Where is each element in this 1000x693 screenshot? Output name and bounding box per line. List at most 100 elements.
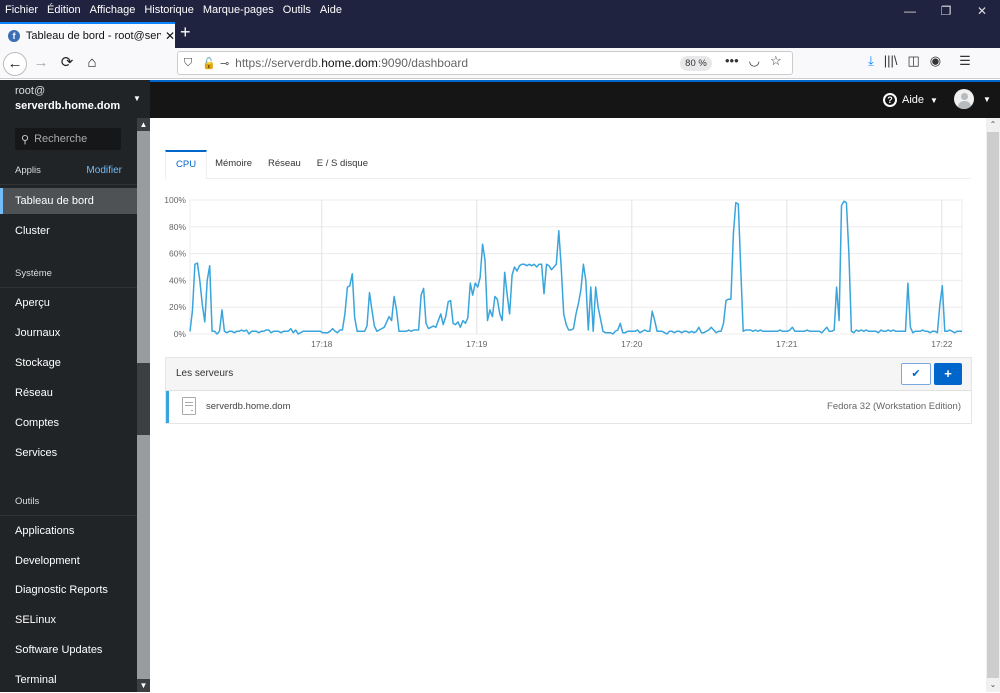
url-actions: ••• ◡ ☆ [725,53,782,69]
menu-affichage[interactable]: Affichage [86,4,140,16]
host-user: root@ [15,85,46,97]
apps-section-header: Applis Modifier [0,165,137,185]
edit-servers-button[interactable]: ✔ [901,363,931,385]
sidebar-item-selinux[interactable]: SELinux [0,607,137,633]
y-tick-label: 20% [169,302,186,312]
bookmark-star-icon[interactable]: ☆ [770,53,782,69]
avatar-body-icon [958,101,971,109]
sidebar-item-applications[interactable]: Applications [0,518,137,544]
menu-edition[interactable]: Édition [43,4,85,16]
sidebar-scroll-thumb[interactable] [137,363,150,435]
sidebar-item-terminal[interactable]: Terminal [0,667,137,693]
menu-marque-pages[interactable]: Marque-pages [199,4,278,16]
y-tick-label: 0% [174,329,187,339]
server-row[interactable]: serverdb.home.dom Fedora 32 (Workstation… [166,391,971,423]
url-text[interactable]: https://serverdb.home.dom:9090/dashboard [235,56,468,70]
servers-header: Les serveurs ✔ + [166,358,971,391]
scroll-up-icon[interactable]: ▲ [137,118,150,131]
fedora-favicon-icon: f [8,30,20,42]
sidebar-item-journaux[interactable]: Journaux [0,320,137,346]
scroll-up-icon[interactable]: ⌃ [986,118,1000,132]
download-icon[interactable]: ⤓ [868,53,874,69]
pocket-icon[interactable]: ◡ [749,53,760,69]
sidebar-item-stockage[interactable]: Stockage [0,350,137,376]
sidebar-item-diagnostic-reports[interactable]: Diagnostic Reports [0,577,137,603]
sidebar-item-development[interactable]: Development [0,548,137,574]
home-button[interactable]: ⌂ [80,52,104,76]
user-avatar[interactable] [954,89,974,109]
shield-icon[interactable]: ⛉ [184,57,192,70]
menu-aide[interactable]: Aide [316,4,346,16]
browser-tabbar: f Tableau de bord - root@serverdb.home.d… [0,20,1000,48]
sidebar-item-apercu[interactable]: Aperçu [0,290,137,316]
restore-button[interactable]: ❐ [928,0,964,22]
new-tab-button[interactable]: + [180,22,191,43]
add-server-button[interactable]: + [934,363,962,385]
menu-historique[interactable]: Historique [140,4,198,16]
metric-tabs: CPU Mémoire Réseau E / S disque [165,150,971,179]
main-scrollbar[interactable]: ⌃ ⌄ [986,118,1000,692]
caret-down-icon[interactable]: ▼ [133,94,141,103]
sidebar-item-cluster[interactable]: Cluster [0,218,137,244]
help-label: Aide [902,94,925,106]
tab-disk-io[interactable]: E / S disque [309,150,376,179]
y-tick-label: 40% [169,275,186,285]
sidebar-item-software-updates[interactable]: Software Updates [0,637,137,663]
cpu-chart: 0% 20% 40% 60% 80% 100% 17:18 17:19 17:20 17:21 17… [164,195,963,349]
tools-section-header: Outils [0,496,137,516]
host-switcher[interactable]: root@ serverdb.home.dom ▼ [0,80,150,118]
scroll-down-icon[interactable]: ⌄ [986,678,1000,692]
menu-fichier[interactable]: Fichier [1,4,42,16]
y-tick-label: 100% [164,195,186,205]
x-tick-label: 17:21 [776,339,798,349]
hamburger-menu-icon[interactable]: ☰ [959,53,971,69]
page-actions-icon[interactable]: ••• [725,53,739,69]
tab-cpu[interactable]: CPU [165,150,208,179]
sidebar-item-comptes[interactable]: Comptes [0,410,137,436]
reload-button[interactable]: ⟳ [55,52,79,76]
insecure-lock-icon[interactable]: 🔓 [202,57,216,70]
sidebar-item-tableau-de-bord[interactable]: Tableau de bord [0,188,137,214]
help-icon: ? [883,93,897,107]
sidebar-item-services[interactable]: Services [0,440,137,466]
close-tab-icon[interactable]: ✕ [165,29,175,43]
tab-memoire[interactable]: Mémoire [207,150,260,179]
x-tick-label: 17:19 [466,339,488,349]
forward-button[interactable]: → [29,52,53,76]
servers-panel: Les serveurs ✔ + serverdb.home.dom Fedor… [165,357,972,424]
menu-outils[interactable]: Outils [279,4,315,16]
sidebar-scrollbar[interactable]: ▲ ▼ [137,118,150,692]
servers-title: Les serveurs [176,368,234,379]
tab-title: Tableau de bord - root@serverdb.home.dom [25,30,161,42]
sidebar-toggle-icon[interactable]: ◫ [908,53,920,69]
user-menu-caret-icon[interactable]: ▼ [983,95,991,104]
back-button[interactable]: ← [3,52,27,76]
modify-apps-link[interactable]: Modifier [86,165,122,176]
scroll-down-icon[interactable]: ▼ [137,679,150,692]
x-tick-label: 17:18 [311,339,333,349]
avatar-head-icon [961,93,968,100]
server-name[interactable]: serverdb.home.dom [206,401,290,412]
cockpit-topbar: ? Aide ▼ ▼ [150,80,1000,118]
minimize-button[interactable]: — [892,0,928,22]
y-tick-label: 80% [169,222,186,232]
browser-menubar: Fichier Édition Affichage Historique Mar… [0,0,1000,20]
sidebar-item-reseau[interactable]: Réseau [0,380,137,406]
help-menu[interactable]: ? Aide ▼ [883,93,938,107]
window-controls: — ❐ ✕ [892,0,1000,22]
search-placeholder: Recherche [34,133,88,145]
apps-header-label: Applis [15,165,41,176]
caret-down-icon: ▼ [930,95,938,105]
browser-navbar: ← → ⟳ ⌂ ⛉ 🔓 ⊸ https://serverdb.home.dom:… [0,48,1000,79]
main-scroll-thumb[interactable] [987,132,999,678]
library-icon[interactable]: |||\ [884,53,898,69]
key-icon[interactable]: ⊸ [220,57,229,70]
search-input[interactable]: ⚲ Recherche [15,128,121,150]
y-tick-label: 60% [169,249,186,259]
browser-tab[interactable]: f Tableau de bord - root@serverdb.home.d… [0,22,175,48]
system-section-header: Système [0,268,137,288]
close-window-button[interactable]: ✕ [964,0,1000,22]
zoom-level-badge[interactable]: 80 % [680,56,712,71]
tab-reseau[interactable]: Réseau [260,150,309,179]
account-icon[interactable]: ◉ [930,53,941,69]
